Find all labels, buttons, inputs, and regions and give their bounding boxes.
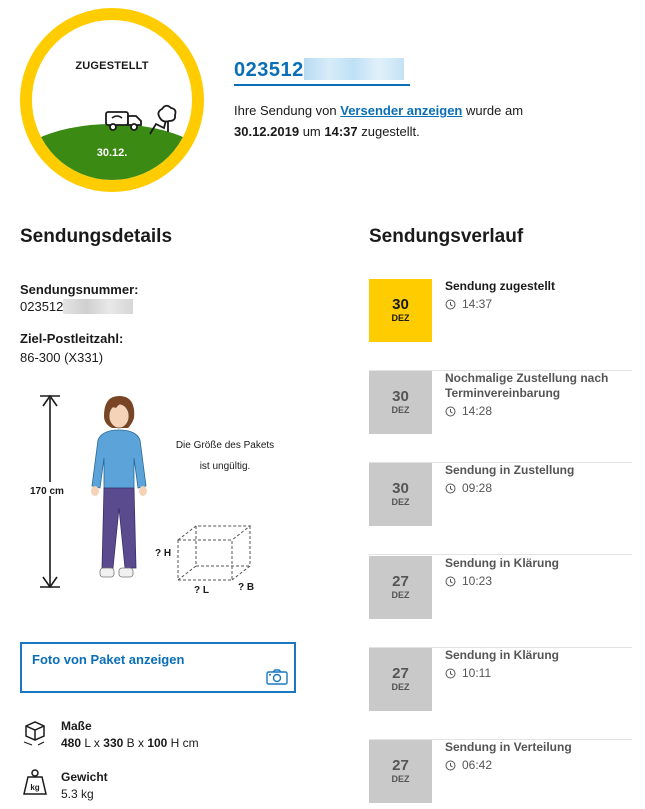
event-title: Sendung in Klärung [445,648,559,662]
delivery-message: Ihre Sendung von Versender anzeigen wurd… [234,103,524,139]
details-heading: Sendungsdetails [20,226,173,247]
masse-value: 480 L x 330 B x 100 H cm [61,736,199,750]
dimension-l-label: ? L [194,585,209,596]
history-event: 27 DEZ Sendung in Klärung 10:11 [369,648,632,740]
clock-icon [445,668,456,679]
event-time: 14:28 [445,404,492,418]
delivery-status-circle: ZUGESTELLT 30.12. [20,8,204,192]
camera-icon [266,669,288,685]
event-title: Sendung zugestellt [445,279,556,293]
event-date-box: 30 DEZ [369,279,432,342]
event-title: Nochmalige Zustellung nach Terminvereinb… [445,371,609,400]
redacted-number-blur [303,58,404,80]
status-label: ZUGESTELLT [75,60,149,72]
clock-icon [445,576,456,587]
event-date-box: 30 DEZ [369,463,432,526]
event-date-box: 27 DEZ [369,648,432,711]
delivery-time: 14:37 [324,124,358,139]
photo-button-label: Foto von Paket anzeigen [32,652,185,667]
tracking-number[interactable]: 023512 [234,58,404,82]
event-title: Sendung in Zustellung [445,463,575,477]
tracking-number-underline [234,84,410,86]
history-event: 30 DEZ Nochmalige Zustellung nach Terminv… [369,371,632,463]
event-time: 10:11 [445,666,491,680]
dimensions-icon [23,721,45,746]
masse-label: Maße [61,719,92,733]
tree-house-icon [149,104,177,135]
size-invalid-message: Die Größe des Pakets ist ungültig. [175,440,275,472]
redacted-number-blur [63,299,134,314]
weight-icon: kg [23,769,47,795]
sendungsnummer-label: Sendungsnummer: [20,282,139,297]
status-date: 30.12. [96,147,128,159]
history-event: 30 DEZ Sendung zugestellt 14:37 [369,279,632,371]
delivery-date: 30.12.2019 [234,124,300,139]
clock-icon [445,760,456,771]
event-title: Sendung in Klärung [445,556,559,570]
history-event: 30 DEZ Sendung in Zustellung 09:28 [369,463,632,555]
event-time: 06:42 [445,758,492,772]
event-time: 09:28 [445,481,492,495]
plz-label: Ziel-Postleitzahl: [20,331,124,346]
show-sender-link[interactable]: Versender anzeigen [340,103,462,118]
dimension-b-label: ? B [238,582,255,593]
history-event: 27 DEZ Sendung in Klärung 10:23 [369,556,632,648]
event-time: 14:37 [445,297,492,311]
kg-icon-text: kg [30,783,39,792]
event-title: Sendung in Verteilung [445,740,572,754]
show-package-photo-button[interactable]: Foto von Paket anzeigen [20,642,296,693]
package-size-illustration: 170 cm Die Größe des Pakets ist ungültig… [20,390,290,600]
history-heading: Sendungsverlauf [369,226,524,247]
tracking-number-text: 023512 [234,59,304,81]
person-height-label: 170 cm [30,486,64,497]
event-date-box: 27 DEZ [369,556,432,619]
event-time: 10:23 [445,574,492,588]
gewicht-label: Gewicht [61,770,108,784]
clock-icon [445,299,456,310]
plz-value: 86-300 (X331) [20,350,104,365]
sendungsnummer-value: 023512 [20,299,134,314]
event-date-box: 30 DEZ [369,371,432,434]
event-date-box: 27 DEZ [369,740,432,803]
clock-icon [445,406,456,417]
gewicht-value: 5.3 kg [61,787,94,801]
clock-icon [445,483,456,494]
dimension-h-label: ? H [155,548,172,559]
delivery-truck-icon [105,111,142,131]
history-event: 27 DEZ Sendung in Verteilung 06:42 [369,740,632,809]
